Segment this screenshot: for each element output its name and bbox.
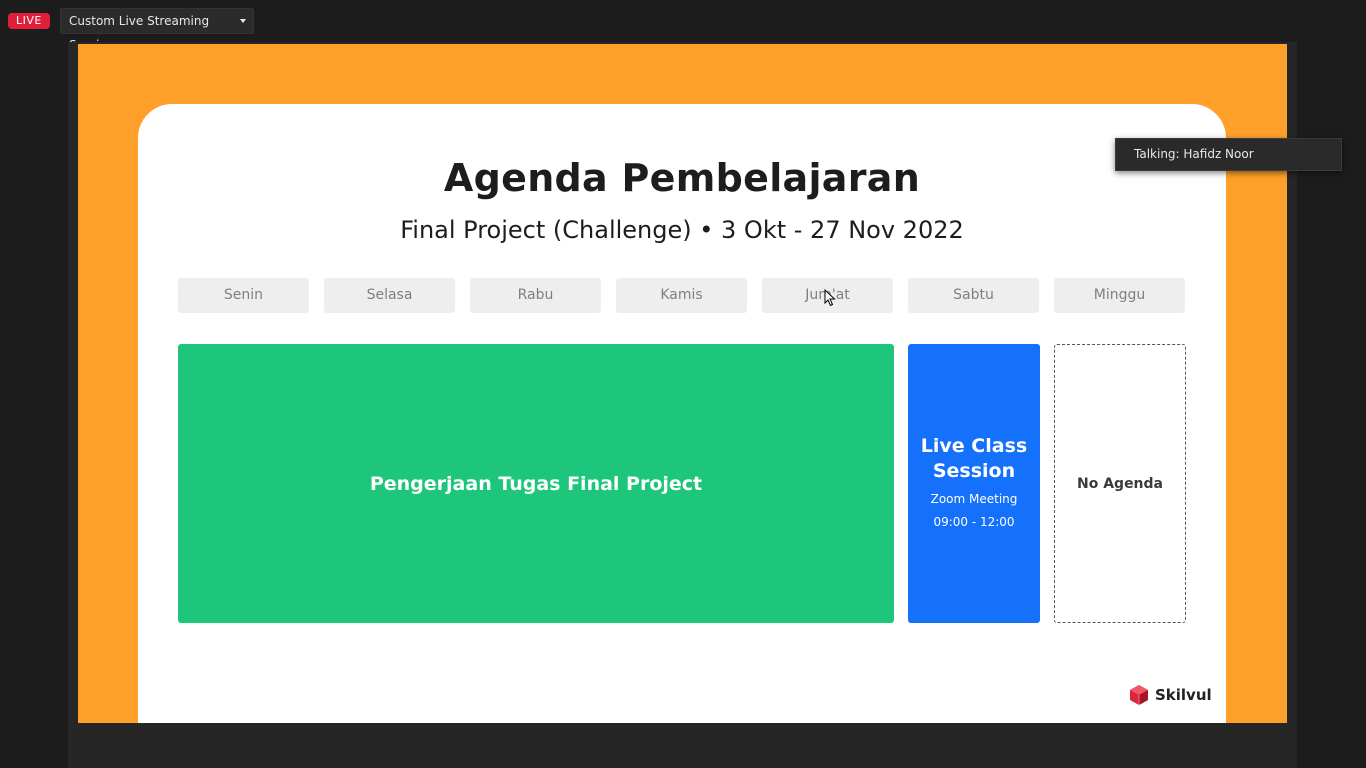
day-header-rabu: Rabu [470, 278, 601, 313]
day-header-minggu: Minggu [1054, 278, 1185, 313]
no-agenda-label: No Agenda [1077, 475, 1163, 492]
no-agenda-block: No Agenda [1054, 344, 1186, 623]
talking-indicator: Talking: Hafidz Noor [1115, 138, 1342, 171]
final-project-title: Pengerjaan Tugas Final Project [369, 472, 703, 495]
skilvul-cube-icon [1130, 685, 1148, 705]
presentation-slide: Agenda Pembelajaran Final Project (Chall… [138, 104, 1226, 723]
live-class-platform: Zoom Meeting [930, 491, 1018, 506]
live-class-time: 09:00 - 12:00 [933, 514, 1015, 529]
day-header-senin: Senin [178, 278, 309, 313]
live-class-title: Live Class Session [920, 434, 1028, 482]
meeting-toolbar: LIVE Custom Live Streaming Service [0, 0, 1366, 52]
slide-subtitle: Final Project (Challenge) • 3 Okt - 27 N… [400, 216, 964, 244]
day-header-kamis: Kamis [616, 278, 747, 313]
screen-share: Agenda Pembelajaran Final Project (Chall… [78, 44, 1287, 723]
day-header-selasa: Selasa [324, 278, 455, 313]
day-header-sabtu: Sabtu [908, 278, 1039, 313]
live-class-block: Live Class Session Zoom Meeting 09:00 - … [908, 344, 1040, 623]
streaming-service-dropdown[interactable]: Custom Live Streaming Service [60, 8, 254, 52]
live-badge[interactable]: LIVE [8, 13, 50, 29]
slide-title: Agenda Pembelajaran [443, 156, 921, 200]
skilvul-logo: Skilvul [1128, 683, 1212, 707]
mouse-cursor-icon [824, 289, 836, 307]
final-project-block: Pengerjaan Tugas Final Project [178, 344, 894, 623]
logo-text: Skilvul [1155, 686, 1212, 704]
chevron-down-icon [240, 19, 246, 23]
